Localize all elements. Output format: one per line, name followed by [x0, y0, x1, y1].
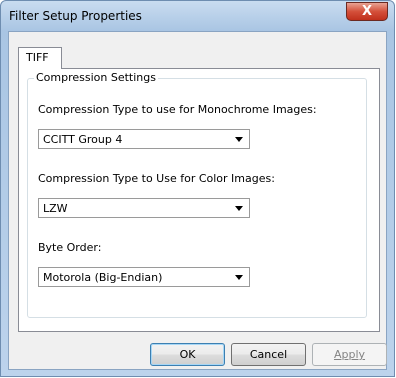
mono-compression-select[interactable]: CCITT Group 4: [38, 129, 250, 149]
apply-button-label: Apply: [333, 348, 366, 361]
chevron-down-icon: [235, 137, 243, 142]
cancel-button-label: Cancel: [249, 348, 288, 361]
title-bar[interactable]: Filter Setup Properties X: [1, 1, 394, 31]
window-title: Filter Setup Properties: [9, 9, 142, 23]
ok-button-label: OK: [179, 348, 196, 361]
chevron-down-icon: [235, 206, 243, 211]
byte-order-value: Motorola (Big-Endian): [43, 271, 163, 284]
dialog-window: Filter Setup Properties X TIFF Compressi…: [0, 0, 395, 377]
tab-tiff-label: TIFF: [26, 51, 49, 64]
byte-order-label: Byte Order:: [38, 241, 102, 254]
color-compression-select[interactable]: LZW: [38, 198, 250, 218]
mono-compression-label: Compression Type to use for Monochrome I…: [38, 103, 317, 116]
close-button[interactable]: X: [346, 2, 388, 21]
tab-tiff[interactable]: TIFF: [18, 47, 62, 69]
chevron-down-icon: [235, 275, 243, 280]
mono-compression-value: CCITT Group 4: [43, 133, 123, 146]
color-compression-label: Compression Type to Use for Color Images…: [38, 172, 275, 185]
color-compression-value: LZW: [43, 202, 68, 215]
cancel-button[interactable]: Cancel: [231, 343, 306, 366]
group-legend: Compression Settings: [34, 71, 158, 84]
tab-panel: Compression Settings Compression Type to…: [18, 68, 380, 332]
byte-order-select[interactable]: Motorola (Big-Endian): [38, 267, 250, 287]
close-icon: X: [361, 4, 373, 19]
dialog-client-area: TIFF Compression Settings Compression Ty…: [8, 31, 387, 370]
ok-button[interactable]: OK: [150, 343, 225, 366]
compression-settings-group: Compression Settings Compression Type to…: [27, 71, 367, 318]
apply-button: Apply: [312, 343, 387, 366]
